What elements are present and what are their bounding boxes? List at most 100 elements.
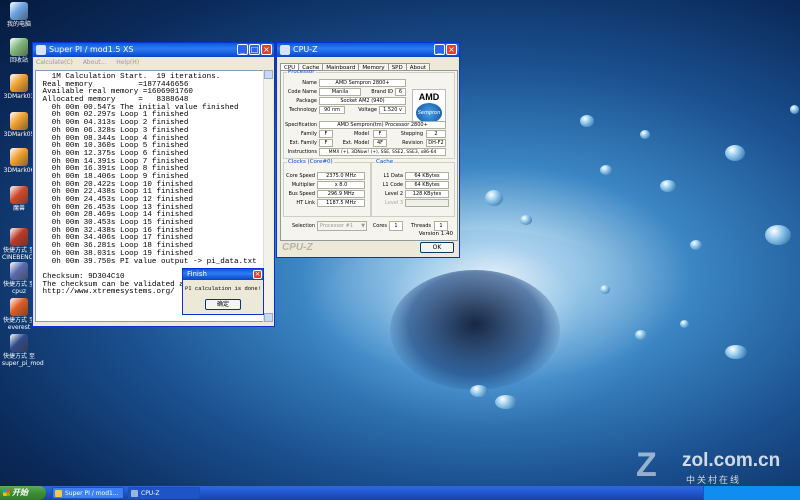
desktop-icon-image (10, 298, 28, 316)
selection-dropdown[interactable]: Processor #1 ▼ (317, 221, 367, 231)
water-drop (725, 145, 745, 161)
cpuz-titlebar[interactable]: CPU-Z _ × (277, 43, 459, 57)
cpuz-minimize-button[interactable]: _ (434, 44, 445, 55)
level2-value: 128 KBytes (405, 190, 449, 198)
menu-about[interactable]: About... (83, 59, 106, 66)
desktop-icon-image (10, 112, 28, 130)
water-drop (790, 105, 799, 114)
finish-ok-button[interactable]: 确定 (205, 299, 241, 310)
finish-dialog: Finish × PI calculation is done! 确定 (182, 268, 264, 315)
water-drop (470, 385, 488, 397)
extfamily-value: F (319, 139, 333, 147)
desktop-icon[interactable]: 快捷方式 至 super_pi_mod (2, 334, 44, 367)
desktop-icon-label: 我的电脑 (6, 21, 31, 28)
menu-calculate[interactable]: Calculate(C) (36, 59, 73, 66)
zol-logo-text: zol.com.cn (682, 450, 781, 471)
start-label: 开始 (12, 488, 28, 497)
codename-value: Manila (319, 88, 361, 96)
cpuz-title: CPU-Z (293, 45, 318, 54)
finish-message: PI calculation is done! (185, 285, 261, 292)
cpuz-close-button[interactable]: × (446, 44, 457, 55)
scroll-up-arrow-icon[interactable] (264, 70, 273, 79)
zol-watermark: Z zol.com.cn 中关村在线 (630, 448, 800, 486)
desktop-icon-image (10, 148, 28, 166)
core-speed-label: Core Speed (286, 173, 315, 179)
chevron-down-icon: ▼ (361, 223, 365, 229)
bus-speed-value: 296.9 MHz (317, 190, 365, 198)
specification-value: AMD Sempron(tm) Processor 2800+ (319, 121, 446, 129)
sempron-badge-text: Sempron (417, 110, 441, 116)
sempron-badge: Sempron (416, 103, 442, 123)
cache-legend: Cache (376, 159, 394, 165)
minimize-button[interactable]: _ (237, 44, 248, 55)
threads-value: 1 (434, 221, 448, 231)
menu-help[interactable]: Help(H) (116, 59, 139, 66)
finish-titlebar[interactable]: Finish × (183, 269, 263, 280)
revision-label: Revision (402, 140, 423, 146)
package-label: Package (296, 98, 317, 104)
desktop-icon-label: 3DMark06 (3, 167, 35, 174)
desktop-icon[interactable]: 魔兽 (2, 186, 36, 212)
multiplier-value: x 8.0 (317, 181, 365, 189)
specification-label: Specification (285, 122, 318, 128)
revision-value: DH-F2 (426, 139, 446, 147)
windows-logo-icon (3, 489, 10, 496)
desktop-icon[interactable]: 快捷方式 至 CINEBENCH (2, 228, 37, 261)
water-drop (580, 115, 594, 127)
desktop-icon-label: 回收站 (9, 57, 28, 64)
desktop-icon[interactable]: 我的电脑 (2, 2, 36, 28)
close-button[interactable]: × (261, 44, 272, 55)
level3-value (405, 199, 449, 207)
model-value: F (373, 130, 387, 138)
extmodel-label: Ext. Model (342, 140, 369, 146)
amd-logo-text: AMD (418, 92, 440, 102)
package-value: Socket AM2 (940) (319, 97, 406, 105)
start-button[interactable]: 开始 (0, 486, 46, 500)
water-drop (600, 165, 612, 175)
voltage-label: Voltage (358, 107, 377, 113)
model-label: Model (353, 131, 369, 137)
codename-label: Code Name (287, 89, 317, 95)
ht-link-label: HT Link (296, 200, 315, 206)
level3-label: Level 3 (385, 200, 403, 206)
instructions-value: MMX (+), 3DNow! (+), SSE, SSE2, SSE3, x8… (319, 148, 446, 156)
desktop-icon-image (10, 2, 28, 20)
cores-value: 1 (389, 221, 403, 231)
selection-value: Processor #1 (320, 223, 354, 229)
brandid-label: Brand ID (371, 89, 393, 95)
l1data-value: 64 KBytes (405, 172, 449, 180)
voltage-value: 1.520 v (379, 106, 406, 114)
extmodel-value: 4F (373, 139, 387, 147)
desktop-icon[interactable]: 3DMark05 (2, 112, 36, 138)
zol-logo-z-icon: Z (636, 446, 657, 484)
stepping-value: 2 (426, 130, 446, 138)
desktop-icon[interactable]: 回收站 (2, 38, 36, 64)
desktop-icon[interactable]: 快捷方式 至 cpuz (2, 262, 36, 295)
superpi-app-icon (36, 45, 46, 55)
superpi-titlebar[interactable]: Super PI / mod1.5 XS _ □ × (33, 43, 274, 57)
vertical-scrollbar[interactable] (263, 70, 273, 322)
core-speed-value: 2375.0 MHz (317, 172, 365, 180)
desktop-icon[interactable]: 快捷方式 至 everest (2, 298, 36, 331)
water-drop (635, 330, 647, 340)
l1data-label: L1 Data (383, 173, 404, 179)
taskbar-item-cpuz[interactable]: CPU-Z (128, 487, 200, 499)
taskbar-item-superpi-label: Super PI / mod1... (65, 490, 119, 497)
scroll-down-arrow-icon[interactable] (264, 313, 273, 322)
cpuz-ok-button[interactable]: OK (420, 242, 454, 253)
desktop-icon-image (10, 74, 28, 92)
finish-title: Finish (187, 270, 207, 278)
desktop-icon-label: 快捷方式 至 everest (3, 317, 35, 331)
cpuz-cpu-panel: Processor Name AMD Sempron 2800+ Code Na… (280, 69, 458, 241)
finish-close-button[interactable]: × (253, 270, 262, 279)
cpuz-task-icon (131, 490, 138, 497)
taskbar-item-superpi[interactable]: Super PI / mod1... (52, 487, 124, 499)
water-drop (640, 130, 650, 139)
desktop-icon-image (10, 186, 28, 204)
l1code-label: L1 Code (382, 182, 403, 188)
desktop-icon-image (10, 334, 28, 352)
desktop-icon[interactable]: 3DMark06 (2, 148, 36, 174)
desktop-icon[interactable]: 3DMark03 (2, 74, 36, 100)
maximize-button[interactable]: □ (249, 44, 260, 55)
water-drop (725, 345, 747, 359)
